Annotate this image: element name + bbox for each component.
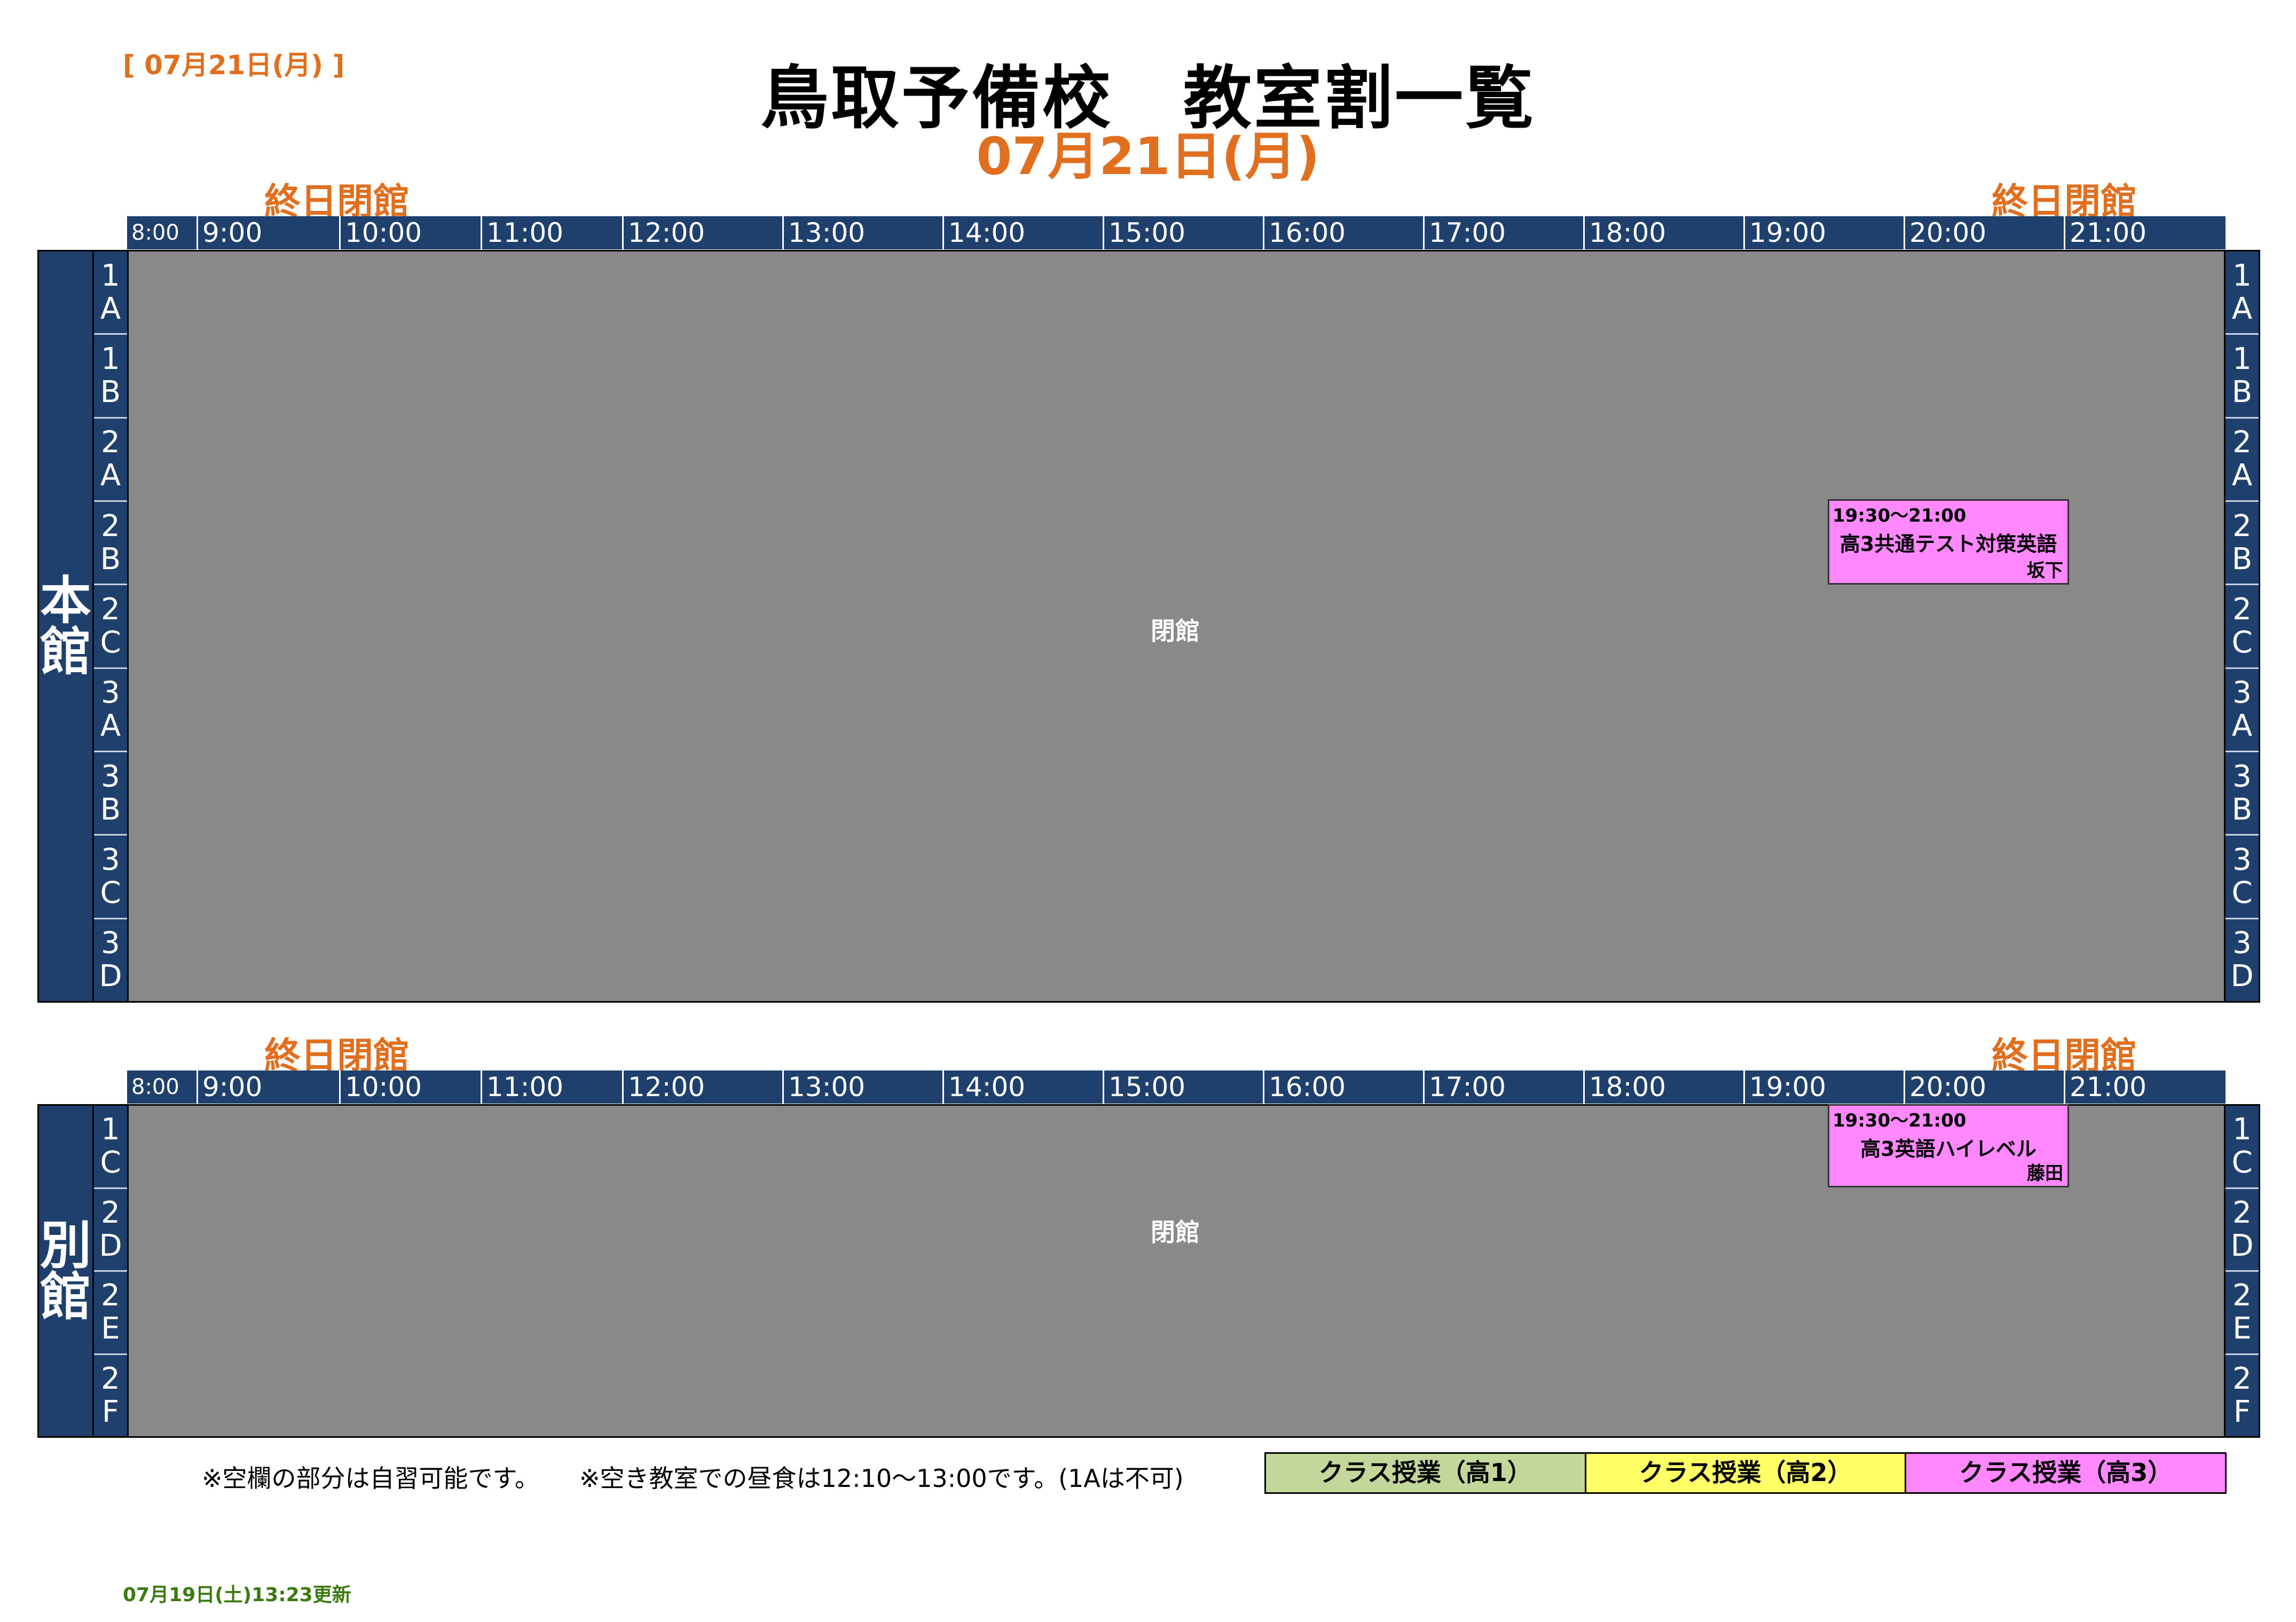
room-label-1a: 1A: [2231, 258, 2253, 326]
time-label: 19:00: [1743, 216, 1904, 249]
legend-item-grade1: クラス授業（高1）: [1266, 1454, 1585, 1492]
event-teacher: 坂下: [2027, 560, 2063, 581]
time-label: 17:00: [1423, 1070, 1583, 1104]
room-label-3a: 3A: [94, 667, 127, 751]
time-label: 15:00: [1103, 216, 1263, 249]
time-label: 13:00: [782, 216, 942, 249]
room-label-1b: 1B: [94, 333, 127, 416]
room-label-2e: 2E: [94, 1270, 127, 1353]
room-label-1b: 1B: [2226, 333, 2259, 416]
event-block-main[interactable]: 19:30〜21:00 高3共通テスト対策英語 坂下: [1828, 499, 2069, 585]
room-column-left-annex: 1C 2D 2E 2F: [92, 1104, 129, 1438]
room-label-2f: 2F: [94, 1353, 127, 1437]
time-label: 12:00: [622, 1070, 782, 1104]
event-name: 高3英語ハイレベル: [1860, 1137, 2036, 1161]
room-label-3d: 3D: [2226, 917, 2259, 1001]
time-label: 15:00: [1103, 1070, 1263, 1104]
time-label: 16:00: [1263, 1070, 1423, 1104]
time-label: 8:00: [131, 221, 179, 245]
note-self-study: ※空欄の部分は自習可能です。: [202, 1464, 539, 1493]
time-label: 20:00: [1904, 216, 2064, 249]
time-label: 10:00: [339, 216, 481, 249]
room-label-2a: 2A: [2226, 416, 2259, 500]
time-label: 12:00: [622, 216, 782, 249]
building-label-main: 本 館: [37, 250, 94, 1003]
time-label: 11:00: [481, 216, 622, 249]
room-label-2c: 2C: [2226, 584, 2259, 667]
room-label-3c: 3C: [2226, 834, 2259, 917]
event-block-annex[interactable]: 19:30〜21:00 高3英語ハイレベル 藤田: [1828, 1104, 2069, 1187]
timeline-header-annex: 8:00 9:00 10:00 11:00 12:00 13:00 14:00 …: [127, 1070, 2226, 1104]
room-label-2e: 2E: [2226, 1270, 2259, 1353]
closed-label-main: 閉館: [1151, 617, 1200, 645]
room-label-1c: 1C: [100, 1112, 121, 1180]
room-label-3b: 3B: [94, 750, 127, 834]
legend: クラス授業（高1） クラス授業（高2） クラス授業（高3）: [1264, 1452, 2227, 1494]
time-label: 18:00: [1583, 1070, 1743, 1104]
time-label: 20:00: [1904, 1070, 2064, 1104]
time-label: 21:00: [2064, 1070, 2226, 1104]
room-label-3b: 3B: [2226, 750, 2259, 834]
time-label: 9:00: [196, 1070, 339, 1104]
note-lunch: ※空き教室での昼食は12:10〜13:00です。(1Aは不可): [579, 1464, 1184, 1493]
room-label-3d: 3D: [94, 917, 127, 1001]
room-label-2d: 2D: [94, 1187, 127, 1271]
building-label-annex: 別 館: [37, 1104, 94, 1438]
legend-item-grade2: クラス授業（高2）: [1584, 1454, 1905, 1492]
legend-item-grade3: クラス授業（高3）: [1905, 1454, 2226, 1492]
room-label-2f: 2F: [2226, 1353, 2259, 1437]
room-label-2d: 2D: [2226, 1187, 2259, 1271]
room-label-1c: 1C: [2231, 1112, 2253, 1180]
time-label: 14:00: [942, 216, 1103, 249]
time-label: 10:00: [339, 1070, 481, 1104]
time-label: 21:00: [2064, 216, 2226, 249]
time-label: 13:00: [782, 1070, 942, 1104]
time-label: 9:00: [196, 216, 339, 249]
timeline-header-main: 8:00 9:00 10:00 11:00 12:00 13:00 14:00 …: [127, 216, 2226, 249]
updated-timestamp: 07月19日(土)13:23更新: [123, 1584, 351, 1606]
time-label: 17:00: [1423, 216, 1583, 249]
event-teacher: 藤田: [2027, 1163, 2063, 1184]
room-label-2a: 2A: [94, 416, 127, 500]
time-label: 19:00: [1743, 1070, 1904, 1104]
room-column-right-main: 1A 1B 2A 2B 2C 3A 3B 3C 3D: [2224, 250, 2260, 1003]
event-name: 高3共通テスト対策英語: [1839, 532, 2057, 556]
event-time: 19:30〜21:00: [1833, 1110, 1967, 1131]
time-label: 8:00: [131, 1075, 179, 1099]
room-column-right-annex: 1C 2D 2E 2F: [2224, 1104, 2260, 1438]
room-label-2c: 2C: [94, 584, 127, 667]
time-label: 11:00: [481, 1070, 622, 1104]
room-label-2b: 2B: [94, 500, 127, 584]
room-column-left-main: 1A 1B 2A 2B 2C 3A 3B 3C 3D: [92, 250, 129, 1003]
closed-label-annex: 閉館: [1151, 1218, 1200, 1247]
room-label-1a: 1A: [100, 258, 121, 326]
time-label: 14:00: [942, 1070, 1103, 1104]
time-label: 18:00: [1583, 216, 1743, 249]
room-label-3c: 3C: [94, 834, 127, 917]
time-label: 16:00: [1263, 216, 1423, 249]
room-label-2b: 2B: [2226, 500, 2259, 584]
room-label-3a: 3A: [2226, 667, 2259, 751]
event-time: 19:30〜21:00: [1833, 505, 1967, 526]
